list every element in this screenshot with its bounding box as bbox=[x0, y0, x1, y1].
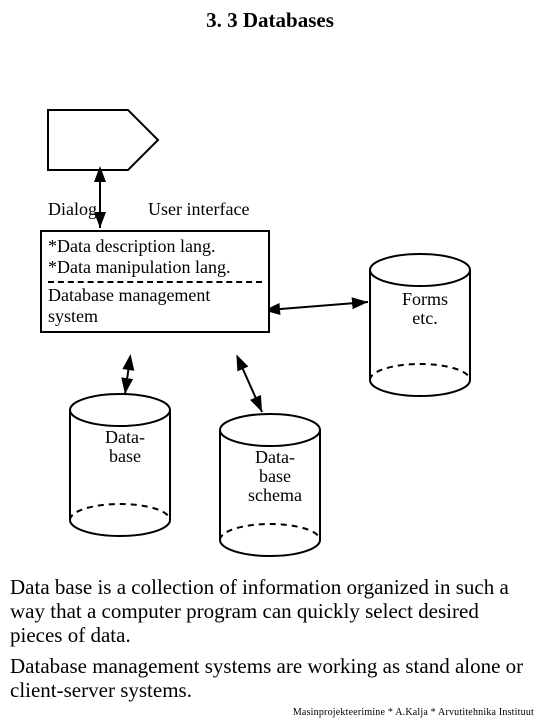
dialog-label: Dialog bbox=[48, 200, 97, 219]
divider-line bbox=[48, 281, 262, 283]
dbms-box: *Data description lang. *Data manipulati… bbox=[40, 230, 270, 333]
forms-label: Forms etc. bbox=[395, 290, 455, 328]
ddl-text: *Data description lang. bbox=[48, 236, 262, 257]
footer-text: Masinprojekteerimine * A.Kalja * Arvutit… bbox=[293, 707, 534, 718]
dbms-text: Database management system bbox=[48, 285, 262, 326]
paragraph-2: Database management systems are working … bbox=[10, 654, 530, 702]
paragraph-1: Data base is a collection of information… bbox=[10, 575, 530, 647]
page-title: 3. 3 Databases bbox=[0, 8, 540, 33]
schema-label: Data- base schema bbox=[240, 448, 310, 505]
database-label: Data- base bbox=[95, 428, 155, 466]
dml-text: *Data manipulation lang. bbox=[48, 257, 262, 278]
dialog-shape-icon bbox=[48, 110, 158, 170]
user-interface-label: User interface bbox=[148, 200, 249, 219]
